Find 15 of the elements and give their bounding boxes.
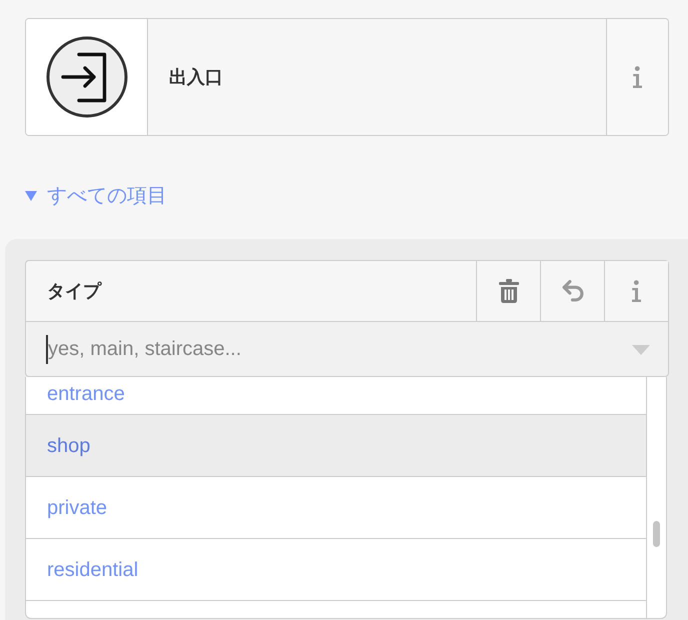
caret-icon (632, 345, 650, 355)
trash-icon (498, 279, 520, 303)
dropdown-option[interactable]: shop (26, 415, 646, 477)
enter-icon (46, 36, 128, 118)
dropdown-option[interactable]: private (26, 477, 646, 539)
info-icon (631, 280, 642, 302)
info-button[interactable] (604, 261, 668, 321)
info-button[interactable] (606, 19, 668, 135)
scrollbar-thumb[interactable] (653, 521, 660, 547)
undo-icon (562, 280, 584, 302)
dropdown-option[interactable]: residential (26, 539, 646, 601)
all-fields-toggle[interactable]: すべての項目 (25, 183, 167, 209)
info-icon (632, 66, 643, 88)
combo-field[interactable]: yes, main, staircase... (25, 322, 669, 377)
field-label: タイプ (46, 280, 103, 302)
